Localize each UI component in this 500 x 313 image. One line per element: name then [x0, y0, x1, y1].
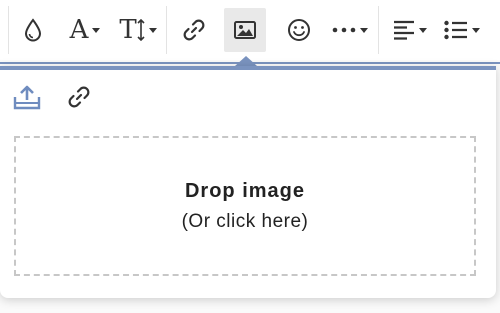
image-icon	[234, 21, 256, 39]
font-family-button[interactable]: A	[64, 8, 106, 52]
link-tab[interactable]	[64, 82, 94, 112]
font-family-icon: A	[69, 15, 89, 45]
color-drop-icon	[24, 18, 42, 42]
upload-tab[interactable]	[12, 82, 42, 112]
more-icon	[332, 27, 356, 33]
chevron-down-icon	[92, 27, 101, 33]
chevron-down-icon	[472, 27, 480, 33]
popover-arrow	[235, 56, 257, 66]
emoji-icon	[288, 19, 310, 41]
editor-toolbar: A T	[0, 0, 500, 60]
insert-image-popover: Drop image (Or click here)	[0, 66, 496, 298]
list-button[interactable]	[440, 8, 484, 52]
chevron-down-icon	[419, 27, 427, 33]
align-icon	[394, 20, 414, 40]
drop-zone-subtitle: (Or click here)	[181, 210, 309, 232]
insert-emoji-button[interactable]	[284, 8, 314, 52]
toolbar-separator	[378, 6, 379, 54]
text-color-button[interactable]	[20, 8, 46, 52]
insert-image-button[interactable]	[224, 8, 266, 52]
toolbar-separator	[8, 6, 9, 54]
link-icon	[68, 86, 90, 108]
font-size-icon: T	[119, 15, 137, 45]
toolbar-separator	[166, 6, 167, 54]
drop-zone-title: Drop image	[184, 179, 306, 202]
insert-link-button[interactable]	[180, 8, 208, 52]
align-button[interactable]	[390, 8, 430, 52]
chevron-down-icon	[148, 27, 157, 33]
image-drop-zone[interactable]: Drop image (Or click here)	[14, 136, 476, 276]
font-size-button[interactable]: T	[116, 8, 160, 52]
list-icon	[444, 20, 467, 40]
chevron-down-icon	[360, 27, 368, 33]
font-size-arrows-icon	[137, 19, 145, 41]
link-icon	[183, 19, 205, 41]
upload-icon	[13, 85, 41, 110]
more-options-button[interactable]	[330, 8, 370, 52]
